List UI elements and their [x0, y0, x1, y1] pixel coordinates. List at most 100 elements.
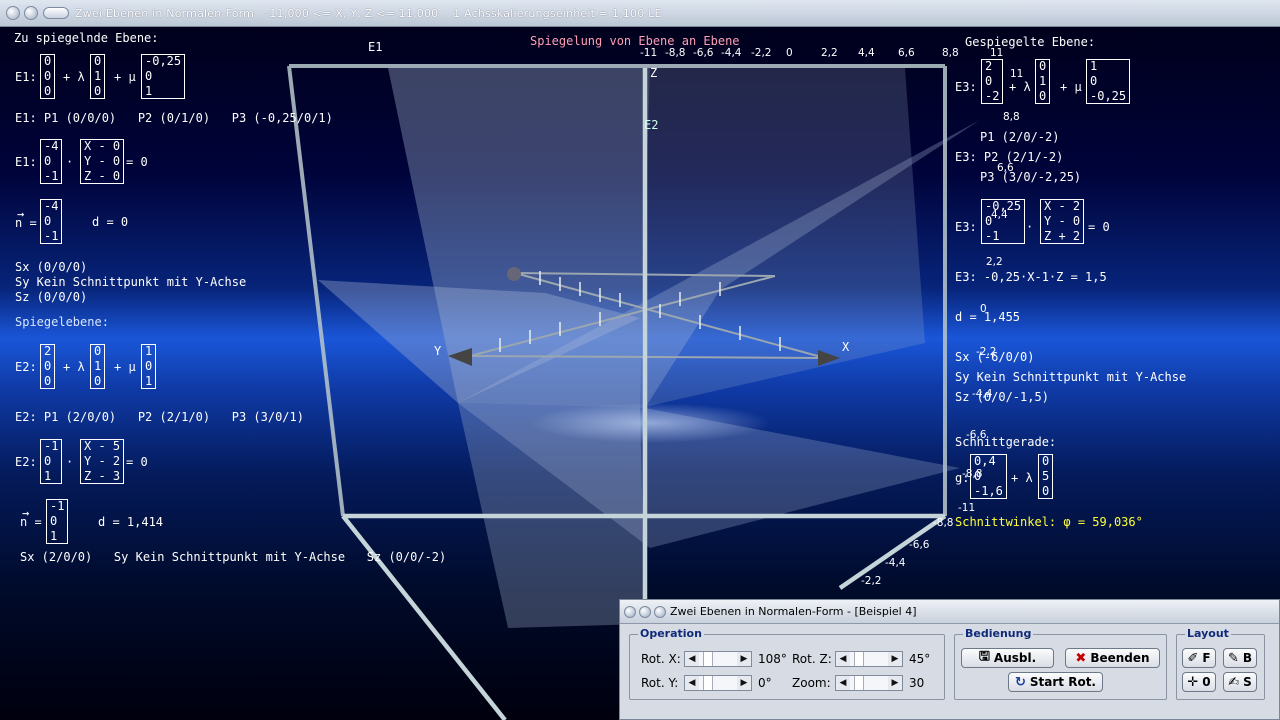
window-menu-icon[interactable] [6, 6, 20, 20]
zoom-thumb[interactable] [854, 676, 864, 690]
e3-sy: Sy Kein Schnittpunkt mit Y-Achse [955, 370, 1187, 384]
e2-point-vector: 200 [40, 344, 56, 389]
axis-label-x: X [842, 340, 850, 354]
rot-x-left-arrow-icon[interactable]: ◀ [685, 652, 699, 666]
paint-icon: ✍ [1228, 674, 1240, 690]
layout-0-button[interactable]: ✛ 0 [1182, 672, 1216, 692]
top-tick: -6,6 [693, 47, 714, 59]
right-tick: -11 [958, 502, 976, 514]
group-layout-label: Layout [1185, 627, 1231, 640]
rot-x-label: Rot. X: [641, 652, 681, 666]
rot-z-slider[interactable]: ◀ ▶ [835, 651, 903, 667]
layout-s-button[interactable]: ✍ S [1223, 672, 1257, 692]
e2-normal-label: E2: [15, 455, 37, 469]
rot-y-thumb[interactable] [703, 676, 713, 690]
e2-mu: + μ [114, 360, 136, 374]
dialog-maximize-icon[interactable] [654, 605, 666, 618]
e1-dot: · [66, 155, 74, 169]
bottom-tick: -4,4 [885, 557, 906, 569]
crosshair-icon: ✛ [1187, 674, 1199, 690]
control-dialog: Zwei Ebenen in Normalen-Form - [Beispiel… [619, 599, 1280, 720]
e1-label: E1: [15, 70, 37, 84]
zoom-left-arrow-icon[interactable]: ◀ [836, 676, 850, 690]
rot-z-left-arrow-icon[interactable]: ◀ [836, 652, 850, 666]
hide-icon: 🖫 [978, 649, 990, 664]
ausbl-button[interactable]: 🖫 Ausbl. [961, 648, 1054, 668]
top-tick: 6,6 [898, 47, 915, 59]
start-rot-button[interactable]: ↻ Start Rot. [1008, 672, 1103, 692]
rot-x-right-arrow-icon[interactable]: ▶ [737, 652, 751, 666]
e1-n-vector: -4 0 -1 [40, 199, 63, 244]
layout-b-button[interactable]: ✎ B [1223, 648, 1257, 668]
e2-label: E2: [15, 360, 37, 374]
e3-p1: P1 (2/0/-2) [980, 130, 1060, 144]
dialog-title: Zwei Ebenen in Normalen-Form - [Beispiel… [670, 605, 917, 618]
close-icon: ✖ [1075, 650, 1087, 666]
e3-label: E3: [955, 80, 977, 94]
e3-normal-vector: -0,25 0 -1 [981, 199, 1026, 244]
dialog-minimize-icon[interactable] [639, 605, 651, 618]
rot-x-thumb[interactable] [703, 652, 713, 666]
minimize-icon[interactable] [24, 6, 38, 20]
e1-u-vector: 010 [90, 54, 106, 99]
group-operation-label: Operation [638, 627, 704, 640]
e2-n-label: n = [20, 515, 42, 529]
zoom-slider[interactable]: ◀ ▶ [835, 675, 903, 691]
left-heading-2: Spiegelebene: [15, 315, 109, 329]
dialog-title-bar: Zwei Ebenen in Normalen-Form - [Beispiel… [620, 600, 1279, 624]
e1-sx: Sx (0/0/0) [15, 260, 88, 274]
right-tick: 2,2 [986, 256, 1003, 268]
e3-lambda: + λ [1009, 80, 1031, 94]
maximize-icon[interactable] [43, 7, 69, 19]
e3-mu: + μ [1060, 80, 1082, 94]
top-tick: -2,2 [751, 47, 772, 59]
e3-eq-zero: = 0 [1088, 220, 1110, 234]
rot-z-right-arrow-icon[interactable]: ▶ [888, 652, 902, 666]
e2-points: E2: P1 (2/0/0) P2 (2/1/0) P3 (3/0/1) [15, 410, 304, 424]
beenden-button[interactable]: ✖ Beenden [1065, 648, 1160, 668]
g-u-vector: 050 [1038, 454, 1054, 499]
e1-n-label: n = [15, 216, 37, 230]
bottom-tick: -2,2 [861, 575, 882, 587]
e2-lambda: + λ [63, 360, 85, 374]
zoom-right-arrow-icon[interactable]: ▶ [888, 676, 902, 690]
top-tick: -11 [640, 47, 658, 59]
bottom-tick: -8,8 [933, 517, 954, 529]
e1-lambda: + λ [63, 70, 85, 84]
zoom-label: Zoom: [792, 676, 831, 690]
title-bar: Zwei Ebenen in Normalen-Form -11,000 <= … [0, 0, 1280, 27]
e1-mu: + μ [114, 70, 136, 84]
dialog-menu-icon[interactable] [624, 605, 636, 618]
e2-normal-vector: -1 0 1 [40, 439, 63, 484]
e3-sz: Sz (0/0/-1,5) [955, 390, 1049, 404]
fill-icon: ✐ [1187, 650, 1199, 666]
layout-f-button[interactable]: ✐ F [1182, 648, 1216, 668]
e2-x-vector: X - 5Y - 2Z - 3 [80, 439, 125, 484]
top-tick: 2,2 [821, 47, 838, 59]
right-tick: 11 [1010, 68, 1024, 80]
e3-u-vector: 010 [1035, 59, 1051, 104]
e3-p3: P3 (3/0/-2,25) [980, 170, 1082, 184]
top-tick: 8,8 [942, 47, 959, 59]
top-tick: 4,4 [858, 47, 875, 59]
e2-v-vector: 101 [141, 344, 157, 389]
e1-sy: Sy Kein Schnittpunkt mit Y-Achse [15, 275, 247, 289]
intersection-heading: Schnittgerade: [955, 435, 1057, 449]
g-point-vector: 0,4 0 -1,6 [970, 454, 1007, 499]
label-e2: E2 [644, 118, 659, 132]
e1-normal-vector: -4 0 -1 [40, 139, 63, 184]
rot-y-label: Rot. Y: [641, 676, 679, 690]
top-tick: 0 [786, 47, 793, 59]
rot-y-value: 0° [758, 676, 772, 690]
rot-y-slider[interactable]: ◀ ▶ [684, 675, 752, 691]
rot-y-right-arrow-icon[interactable]: ▶ [737, 676, 751, 690]
brush-icon: ✎ [1227, 650, 1239, 666]
rot-x-slider[interactable]: ◀ ▶ [684, 651, 752, 667]
g-lambda: + λ [1011, 471, 1033, 485]
e3-x-vector: X - 2Y - 0Z + 2 [1040, 199, 1085, 244]
g-label: g: [955, 471, 970, 485]
rot-z-thumb[interactable] [854, 652, 864, 666]
e3-dot: · [1026, 220, 1034, 234]
e2-n-vector: -1 0 1 [46, 499, 69, 544]
rot-y-left-arrow-icon[interactable]: ◀ [685, 676, 699, 690]
